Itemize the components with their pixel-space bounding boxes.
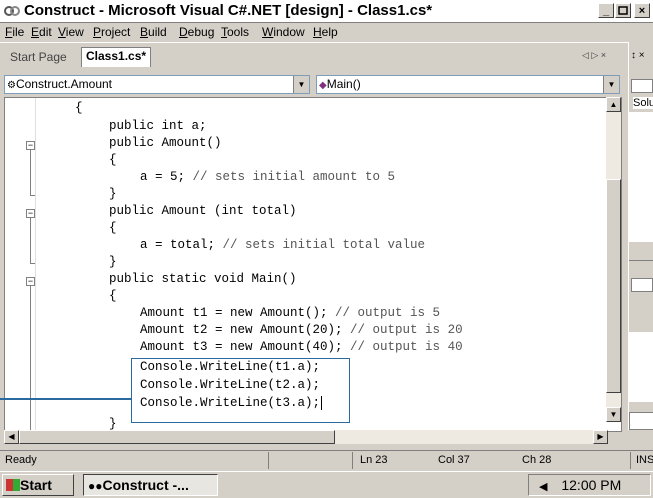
app-icon: ●●: [88, 479, 103, 493]
vertical-scrollbar[interactable]: ▲ ▼: [606, 97, 621, 422]
menu-window[interactable]: Window: [262, 25, 305, 39]
document-tabs: Start Page Class1.cs* ◁ ▷ ×: [0, 42, 628, 67]
status-ready: Ready: [5, 454, 37, 466]
properties-toolbar[interactable]: [631, 296, 653, 330]
code-line: public Amount(): [109, 136, 222, 150]
start-button[interactable]: Start: [2, 474, 74, 496]
scroll-left-icon[interactable]: ◀: [4, 430, 19, 444]
menu-file[interactable]: File: [5, 25, 24, 39]
solution-explorer-panel: ↕ × Solu: [628, 42, 653, 430]
windows-logo-icon: [6, 479, 20, 491]
speaker-icon[interactable]: ◀: [539, 481, 547, 493]
collapse-icon[interactable]: −: [26, 277, 35, 286]
collapse-icon[interactable]: −: [26, 209, 35, 218]
code-line: a = total; // sets initial total value: [140, 238, 426, 252]
class-icon: ⚙: [7, 80, 16, 91]
collapse-icon[interactable]: −: [26, 141, 35, 150]
panel-toolbar-icon[interactable]: [631, 79, 653, 93]
maximize-button[interactable]: [615, 3, 631, 18]
callout-line: [0, 398, 131, 400]
code-line: }: [109, 187, 117, 201]
taskbar: Start ●●Construct -... ◀ 12:00 PM: [0, 471, 653, 498]
code-line: public Amount (int total): [109, 204, 297, 218]
maximize-icon: [618, 6, 628, 15]
code-line: a = 5; // sets initial amount to 5: [140, 170, 396, 184]
code-line: {: [109, 289, 117, 303]
status-bar: Ready Ln 23 Col 37 Ch 28 INS: [0, 450, 653, 471]
code-line: public int a;: [109, 119, 207, 133]
solution-label: Solu: [633, 97, 653, 109]
panel-divider: [629, 260, 653, 277]
code-line: Amount t1 = new Amount(); // output is 5: [140, 306, 441, 320]
member-selector[interactable]: ◆Main() ▼: [316, 75, 620, 94]
title-bar: Construct - Microsoft Visual C#.NET [des…: [0, 0, 653, 23]
method-icon: ◆: [319, 80, 327, 91]
menu-bar: File Edit View Project Build Debug Tools…: [0, 23, 653, 42]
properties-grid[interactable]: [629, 332, 653, 402]
code-line: Amount t2 = new Amount(20); // output is…: [140, 323, 463, 337]
code-line: {: [109, 221, 117, 235]
solution-tree[interactable]: [629, 112, 653, 242]
menu-build[interactable]: Build: [140, 25, 167, 39]
tab-class1[interactable]: Class1.cs*: [81, 47, 152, 67]
chevron-down-icon[interactable]: ▼: [293, 76, 309, 93]
class-selector-value: Construct.Amount: [15, 77, 113, 91]
app-icon: [4, 6, 20, 16]
window-title: Construct - Microsoft Visual C#.NET [des…: [24, 2, 433, 19]
status-char: Ch 28: [522, 454, 552, 466]
menu-tools[interactable]: Tools: [221, 25, 249, 39]
scroll-up-icon[interactable]: ▲: [606, 97, 621, 112]
status-line: Ln 23: [360, 454, 388, 466]
class-selector[interactable]: ⚙Construct.Amount ▼: [4, 75, 310, 94]
chevron-down-icon[interactable]: ▼: [603, 76, 619, 93]
scroll-down-icon[interactable]: ▼: [606, 407, 621, 422]
highlight-box: [131, 358, 350, 423]
system-tray: ◀ 12:00 PM: [528, 474, 651, 496]
scroll-thumb[interactable]: [606, 179, 621, 393]
menu-debug[interactable]: Debug: [179, 25, 214, 39]
status-column: Col 37: [438, 454, 470, 466]
code-line: {: [75, 101, 83, 115]
hscroll-thumb[interactable]: [19, 430, 335, 444]
menu-edit[interactable]: Edit: [31, 25, 52, 39]
code-line: }: [109, 255, 117, 269]
menu-project[interactable]: Project: [93, 25, 130, 39]
scroll-right-icon[interactable]: ▶: [593, 430, 608, 444]
member-selector-value: Main(): [326, 77, 361, 91]
tab-nav-buttons[interactable]: ◁ ▷ ×: [582, 50, 606, 61]
code-line: public static void Main(): [109, 272, 297, 286]
menu-view[interactable]: View: [58, 25, 84, 39]
tab-start-page[interactable]: Start Page: [6, 49, 71, 66]
clock: 12:00 PM: [561, 477, 622, 493]
properties-description: [629, 412, 653, 430]
taskbar-item-construct[interactable]: ●●Construct -...: [83, 474, 218, 496]
code-line: {: [109, 153, 117, 167]
minimize-button[interactable]: _: [598, 3, 614, 18]
menu-help[interactable]: Help: [313, 25, 338, 39]
properties-selector[interactable]: [631, 278, 653, 292]
panel-pin-icon[interactable]: ↕ ×: [631, 50, 645, 61]
code-line: Amount t3 = new Amount(40); // output is…: [140, 340, 463, 354]
status-ins: INS: [636, 454, 653, 466]
horizontal-scrollbar[interactable]: ◀ ▶: [4, 430, 608, 444]
close-button[interactable]: ×: [634, 3, 650, 18]
